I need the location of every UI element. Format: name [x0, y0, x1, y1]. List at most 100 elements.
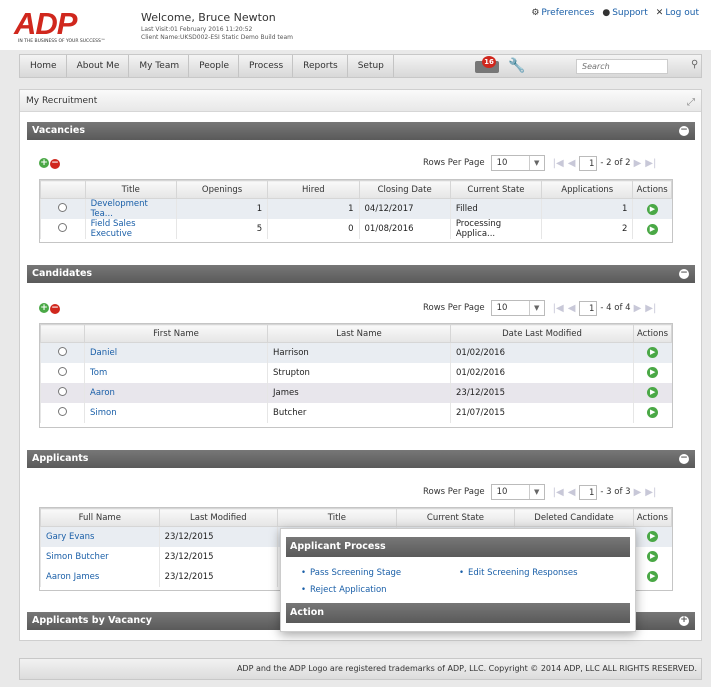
search-icon[interactable]: ⚲	[691, 59, 698, 70]
action-arrow-icon[interactable]: ▶	[647, 347, 659, 359]
table-row[interactable]: Field Sales Executive 5 0 01/08/2016 Process…	[40, 219, 672, 239]
prev-page-icon[interactable]: ◀	[568, 158, 576, 169]
select-header[interactable]	[40, 324, 85, 343]
row-radio[interactable]	[58, 386, 67, 396]
nav-item[interactable]: Reports	[293, 55, 348, 77]
pass-screening-link[interactable]: • Pass Screening Stage	[301, 568, 401, 578]
collapse-icon[interactable]: −	[679, 269, 689, 279]
candidates-header[interactable]: Candidates −	[27, 265, 695, 283]
row-radio[interactable]	[58, 346, 67, 356]
preferences-link[interactable]: ⚙ Preferences	[531, 8, 594, 18]
vacancy-title-link[interactable]: Field Sales Executive	[91, 219, 136, 239]
next-page-icon[interactable]: ▶	[634, 303, 642, 314]
column-header[interactable]: Actions	[632, 508, 673, 527]
applicants-header[interactable]: Applicants −	[27, 450, 695, 468]
applicant-name-link[interactable]: Aaron James	[46, 572, 99, 582]
first-page-icon[interactable]: |◀	[553, 487, 564, 498]
applicant-name-link[interactable]: Simon Butcher	[40, 546, 160, 567]
applicant-name-link[interactable]: Gary Evans	[40, 526, 160, 547]
table-row[interactable]: Development Tea... 1 1 04/12/2017 Filled 1 ▶	[40, 198, 672, 219]
next-page-icon[interactable]: ▶	[634, 158, 642, 169]
support-link[interactable]: ● Support	[602, 8, 647, 18]
collapse-icon[interactable]: −	[679, 126, 689, 136]
select-header[interactable]	[40, 180, 86, 199]
reject-application-link[interactable]: • Reject Application	[301, 585, 387, 595]
expand-icon[interactable]: ⤢	[687, 92, 695, 114]
column-header[interactable]: Last Name	[267, 324, 451, 343]
candidate-name-link[interactable]: Tom	[84, 362, 268, 383]
column-header[interactable]: Deleted Candidate	[514, 508, 634, 527]
column-header[interactable]: Current State	[395, 508, 516, 527]
row-radio[interactable]	[58, 406, 67, 416]
tools-icon[interactable]: 🔧	[508, 58, 525, 74]
action-arrow-icon[interactable]: ▶	[647, 571, 659, 582]
candidate-name-link[interactable]: Daniel	[90, 348, 117, 358]
action-arrow-icon[interactable]: ▶	[646, 203, 658, 215]
row-radio[interactable]	[58, 203, 68, 212]
column-header[interactable]: Applications	[541, 180, 634, 199]
rows-per-page-select[interactable]: 10 ▼	[490, 300, 545, 316]
expand-section-icon[interactable]: +	[679, 616, 689, 626]
logout-link[interactable]: ✕ Log out	[656, 8, 699, 18]
rows-per-page-select[interactable]: 10 ▼	[490, 484, 545, 500]
row-radio[interactable]	[58, 366, 67, 376]
column-header[interactable]: Title	[84, 180, 177, 199]
candidate-name-link[interactable]: Daniel	[84, 342, 268, 363]
column-header[interactable]: Full Name	[40, 508, 160, 527]
prev-page-icon[interactable]: ◀	[568, 487, 576, 498]
candidate-name-link[interactable]: Aaron	[90, 388, 115, 398]
column-header[interactable]: Date Last Modified	[450, 324, 634, 343]
add-icon[interactable]: +	[39, 158, 49, 168]
first-page-icon[interactable]: |◀	[553, 303, 564, 314]
table-row[interactable]: Daniel Harrison 01/02/2016 ▶	[40, 342, 672, 363]
messages-button[interactable]: 16	[475, 56, 501, 74]
vacancies-header[interactable]: Vacancies −	[27, 122, 695, 140]
vacancy-title-link[interactable]: Development Tea...	[84, 198, 177, 219]
rows-per-page-select[interactable]: 10 ▼	[490, 155, 545, 171]
table-row[interactable]: Simon Butcher 21/07/2015 ▶	[40, 402, 672, 423]
applicant-name-link[interactable]: Simon Butcher	[46, 552, 109, 562]
last-page-icon[interactable]: ▶|	[645, 158, 656, 169]
candidate-name-link[interactable]: Simon	[90, 408, 117, 418]
row-radio[interactable]	[58, 223, 68, 232]
last-page-icon[interactable]: ▶|	[645, 487, 656, 498]
nav-item[interactable]: People	[189, 55, 240, 77]
table-row[interactable]: Aaron James 23/12/2015 ▶	[40, 382, 672, 403]
applicant-name-link[interactable]: Gary Evans	[46, 532, 94, 542]
action-arrow-icon[interactable]: ▶	[647, 387, 659, 398]
applicant-name-link[interactable]: Aaron James	[40, 566, 160, 587]
candidate-name-link[interactable]: Aaron	[84, 382, 268, 403]
action-arrow-icon[interactable]: ▶	[647, 551, 659, 562]
nav-item[interactable]: Home	[20, 55, 67, 77]
action-arrow-icon[interactable]: ▶	[646, 223, 658, 235]
candidate-name-link[interactable]: Tom	[90, 368, 107, 378]
page-input[interactable]: 1	[579, 155, 598, 171]
prev-page-icon[interactable]: ◀	[568, 303, 576, 314]
next-page-icon[interactable]: ▶	[634, 487, 642, 498]
nav-item[interactable]: My Team	[129, 55, 190, 77]
remove-icon[interactable]: −	[50, 304, 60, 314]
vacancy-title-link[interactable]: Development Tea...	[91, 199, 148, 219]
candidate-name-link[interactable]: Simon	[84, 402, 268, 423]
remove-icon[interactable]: −	[50, 159, 60, 169]
search-input[interactable]	[576, 59, 668, 74]
column-header[interactable]: Last Modified	[158, 508, 279, 527]
column-header[interactable]: Openings	[175, 180, 269, 199]
edit-screening-link[interactable]: • Edit Screening Responses	[459, 568, 578, 578]
first-page-icon[interactable]: |◀	[553, 158, 564, 169]
column-header[interactable]: Current State	[449, 180, 543, 199]
nav-item[interactable]: About Me	[67, 55, 130, 77]
column-header[interactable]: Title	[277, 508, 397, 527]
collapse-icon[interactable]: −	[679, 454, 689, 464]
column-header[interactable]: Actions	[632, 180, 672, 199]
column-header[interactable]: Closing Date	[358, 180, 451, 199]
last-page-icon[interactable]: ▶|	[645, 303, 656, 314]
nav-item[interactable]: Process	[239, 55, 294, 77]
page-input[interactable]: 1	[579, 484, 598, 500]
action-arrow-icon[interactable]: ▶	[647, 407, 659, 418]
nav-item[interactable]: Setup	[348, 55, 394, 77]
column-header[interactable]: Actions	[633, 324, 672, 343]
column-header[interactable]: First Name	[84, 324, 268, 343]
action-arrow-icon[interactable]: ▶	[647, 531, 659, 543]
add-icon[interactable]: +	[39, 303, 49, 313]
